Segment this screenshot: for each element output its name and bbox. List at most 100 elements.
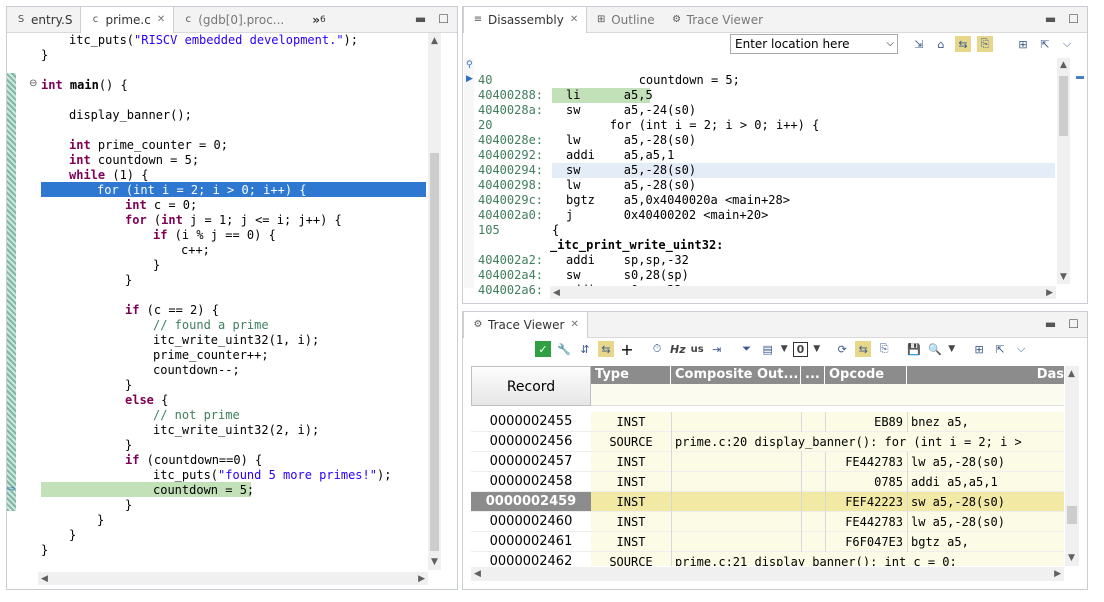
filter-select[interactable]: 0 — [792, 341, 809, 357]
code-line[interactable]: } — [125, 438, 132, 453]
asm-address[interactable]: 105 — [478, 223, 500, 238]
scroll-right-icon[interactable]: ▶ — [1054, 569, 1061, 579]
disassembly-horizontal-scrollbar[interactable]: ◀ ▶ — [550, 286, 1056, 299]
minimize-icon[interactable]: ▬ — [1045, 317, 1056, 331]
asm-instruction[interactable]: addi sp,sp,-32 — [566, 253, 689, 268]
column-header-disassembly[interactable]: Das — [907, 366, 1064, 384]
minimize-icon[interactable]: ▬ — [415, 12, 426, 26]
trace-row[interactable]: 0000002461 INST F6F047E3 bgtz a5, — [471, 532, 1064, 552]
asm-address[interactable]: 40400298: — [478, 178, 543, 193]
view-menu-icon[interactable]: ⌵ — [1059, 36, 1075, 52]
scroll-thumb[interactable] — [1067, 506, 1077, 524]
code-line[interactable]: itc_write_uint32(2, i); — [153, 423, 319, 438]
code-line[interactable]: } — [125, 273, 132, 288]
asm-instruction[interactable]: j 0x40400202 <main+20> — [566, 208, 768, 223]
column-header-extra[interactable]: ... — [801, 366, 825, 384]
scroll-right-icon[interactable]: ▶ — [418, 574, 425, 584]
asm-address[interactable]: 40400292: — [478, 148, 543, 163]
column-header-opcode[interactable]: Opcode — [825, 366, 907, 384]
copy-icon[interactable]: ⎘ — [876, 341, 892, 357]
asm-address[interactable]: 40400294: — [478, 163, 543, 178]
tab-overflow[interactable]: » 6 — [292, 7, 334, 33]
code-line[interactable]: } — [69, 528, 76, 543]
new-view-icon[interactable]: ⊞ — [1015, 36, 1031, 52]
close-icon[interactable]: ✕ — [570, 319, 578, 330]
refresh-icon[interactable]: ⟳ — [834, 341, 850, 357]
asm-address[interactable]: 404002a6: — [478, 283, 543, 298]
location-input[interactable]: Enter location here ⌵ — [730, 34, 898, 54]
scroll-right-icon[interactable]: ▶ — [1046, 288, 1053, 298]
code-line[interactable]: countdown = 5; — [153, 483, 254, 498]
pin-icon[interactable]: ⇱ — [1037, 36, 1053, 52]
code-line[interactable]: } — [125, 378, 132, 393]
asm-address[interactable]: 404002a0: — [478, 208, 543, 223]
asm-instruction[interactable]: li a5,5 — [566, 88, 653, 103]
goto-icon[interactable]: ⇥ — [709, 341, 725, 357]
show-source-icon[interactable]: ⎘ — [977, 36, 993, 52]
scroll-left-icon[interactable]: ◀ — [474, 569, 481, 579]
asm-instruction[interactable]: _itc_print_write_uint32: — [550, 238, 723, 253]
close-icon[interactable]: ✕ — [570, 14, 578, 25]
sync-icon[interactable]: ⇵ — [577, 341, 593, 357]
code-line[interactable]: } — [125, 498, 132, 513]
trace-row[interactable]: 0000002457 INST FE442783 lw a5,-28(s0) — [471, 452, 1064, 472]
asm-instruction[interactable]: sw s0,28(sp) — [566, 268, 689, 283]
scroll-left-icon[interactable]: ◀ — [41, 574, 48, 584]
run-to-line-icon[interactable]: ⇲ — [911, 36, 927, 52]
code-line[interactable]: for (int i = 2; i > 0; i++) { — [97, 183, 307, 198]
time-unit-label[interactable]: us — [691, 344, 704, 355]
code-line[interactable]: } — [153, 258, 160, 273]
close-icon[interactable]: ✕ — [157, 14, 165, 25]
code-line[interactable]: countdown--; — [153, 363, 240, 378]
home-icon[interactable]: ⌂ — [933, 36, 949, 52]
scroll-up-icon[interactable]: ▲ — [431, 36, 438, 46]
save-icon[interactable]: 💾 — [906, 341, 922, 357]
fold-icon[interactable]: ⊖ — [29, 78, 37, 89]
maximize-icon[interactable]: ☐ — [1068, 12, 1079, 26]
trace-table[interactable]: Record Type Composite Out... ... Opcode … — [471, 366, 1064, 566]
export-icon[interactable]: ▤ — [760, 341, 776, 357]
asm-instruction[interactable]: addi a5,a5,1 — [566, 148, 674, 163]
scroll-down-icon[interactable]: ▼ — [431, 557, 438, 567]
sync-source-icon[interactable]: ⇆ — [855, 341, 872, 357]
tab-disassembly[interactable]: ≡ Disassembly ✕ — [463, 6, 588, 33]
column-header-composite[interactable]: Composite Out... — [671, 366, 801, 384]
asm-instruction[interactable]: bgtz a5,0x4040020a <main+28> — [566, 193, 790, 208]
code-line[interactable]: itc_puts("RISCV embedded development."); — [69, 33, 358, 48]
scroll-left-icon[interactable]: ◀ — [553, 288, 560, 298]
code-line[interactable]: int prime_counter = 0; — [69, 138, 228, 153]
chevron-down-icon[interactable]: ▼ — [948, 344, 955, 354]
trace-row[interactable]: 0000002456 SOURCE prime.c:20 display_banne… — [471, 432, 1064, 452]
editor-vertical-scrollbar[interactable]: ▲ ▼ — [428, 33, 441, 570]
asm-instruction[interactable]: lw a5,-28(s0) — [566, 133, 696, 148]
tab-gdb-proc[interactable]: c (gdb[0].proc... — [174, 7, 292, 33]
code-line[interactable]: // found a prime — [153, 318, 269, 333]
minimize-icon[interactable]: ▬ — [1045, 12, 1056, 26]
tab-trace-viewer[interactable]: ⚙ Trace Viewer ✕ — [463, 311, 588, 338]
code-line[interactable]: itc_write_uint32(1, i); — [153, 333, 319, 348]
code-line[interactable]: // not prime — [153, 408, 240, 423]
trace-vertical-scrollbar[interactable]: ▲ ▼ — [1065, 366, 1079, 566]
trace-horizontal-scrollbar[interactable]: ◀ ▶ — [471, 567, 1064, 581]
disassembly-vertical-scrollbar[interactable]: ▲ ▼ — [1057, 58, 1070, 284]
pin-icon[interactable]: ⇱ — [992, 341, 1008, 357]
code-line[interactable]: prime_counter++; — [153, 348, 269, 363]
trace-row[interactable]: 0000002458 INST 0785 addi a5,a5,1 — [471, 472, 1064, 492]
chevron-down-icon[interactable]: ▼ — [813, 344, 820, 354]
code-line[interactable]: else { — [125, 393, 168, 408]
asm-instruction[interactable]: lw a5,-28(s0) — [566, 178, 696, 193]
code-line[interactable]: } — [41, 48, 48, 63]
code-line[interactable]: c++; — [181, 243, 210, 258]
code-line[interactable]: } — [97, 513, 104, 528]
scroll-down-icon[interactable]: ▼ — [1068, 553, 1075, 563]
stopwatch-icon[interactable]: ⏱ — [649, 341, 665, 357]
maximize-icon[interactable]: ☐ — [1068, 317, 1079, 331]
asm-address[interactable]: 20 — [478, 118, 492, 133]
tab-prime-c[interactable]: c prime.c ✕ — [80, 6, 175, 33]
asm-address[interactable]: 4040028a: — [478, 103, 543, 118]
scroll-up-icon[interactable]: ▲ — [1068, 369, 1075, 379]
link-with-debug-icon[interactable]: ⇆ — [955, 36, 971, 52]
trace-row[interactable]: 0000002455 INST EB89 bnez a5, — [471, 412, 1064, 432]
code-line[interactable]: int main() { — [41, 78, 128, 93]
maximize-icon[interactable]: ☐ — [438, 12, 449, 26]
